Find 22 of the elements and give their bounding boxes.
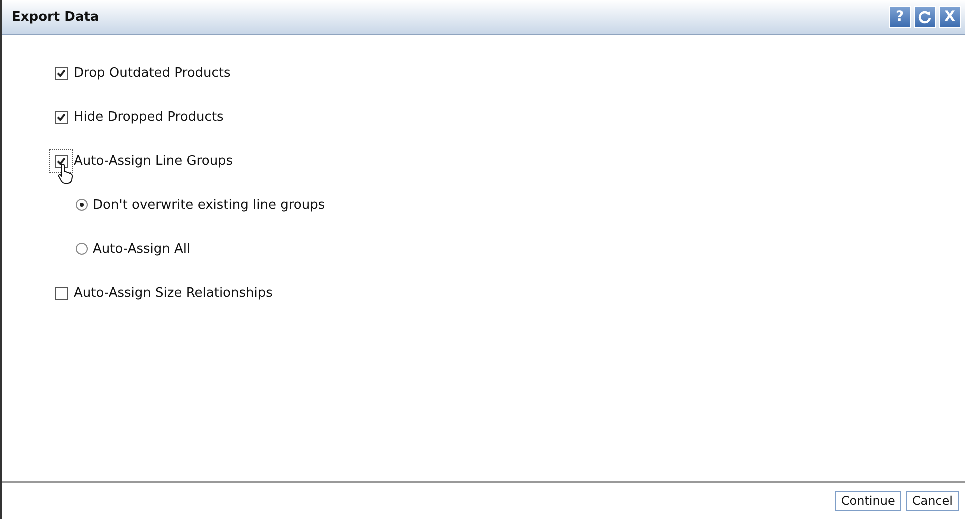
- checkmark-icon: [56, 156, 66, 166]
- checkbox[interactable]: [54, 286, 69, 300]
- refresh-icon: [918, 10, 932, 24]
- checkbox-label[interactable]: Hide Dropped Products: [74, 110, 224, 124]
- radio-button[interactable]: [76, 243, 88, 255]
- checkmark-icon: [56, 112, 67, 122]
- close-button[interactable]: X: [939, 6, 961, 28]
- radio-button[interactable]: [76, 199, 88, 211]
- checkbox[interactable]: [50, 150, 72, 172]
- refresh-button[interactable]: [914, 6, 936, 28]
- radio-label[interactable]: Auto-Assign All: [93, 242, 191, 256]
- checkbox[interactable]: [54, 110, 69, 124]
- cancel-button[interactable]: Cancel: [906, 491, 959, 511]
- continue-button[interactable]: Continue: [835, 491, 902, 511]
- radio-label[interactable]: Don't overwrite existing line groups: [93, 198, 326, 212]
- checkbox-label[interactable]: Auto-Assign Size Relationships: [74, 286, 273, 300]
- checkbox-label[interactable]: Drop Outdated Products: [74, 66, 231, 80]
- hand-cursor-icon: [58, 163, 74, 185]
- checkbox-label[interactable]: Auto-Assign Line Groups: [74, 154, 234, 168]
- checkmark-icon: [56, 68, 67, 78]
- window-title: Export Data: [12, 10, 100, 24]
- checkbox[interactable]: [54, 66, 69, 80]
